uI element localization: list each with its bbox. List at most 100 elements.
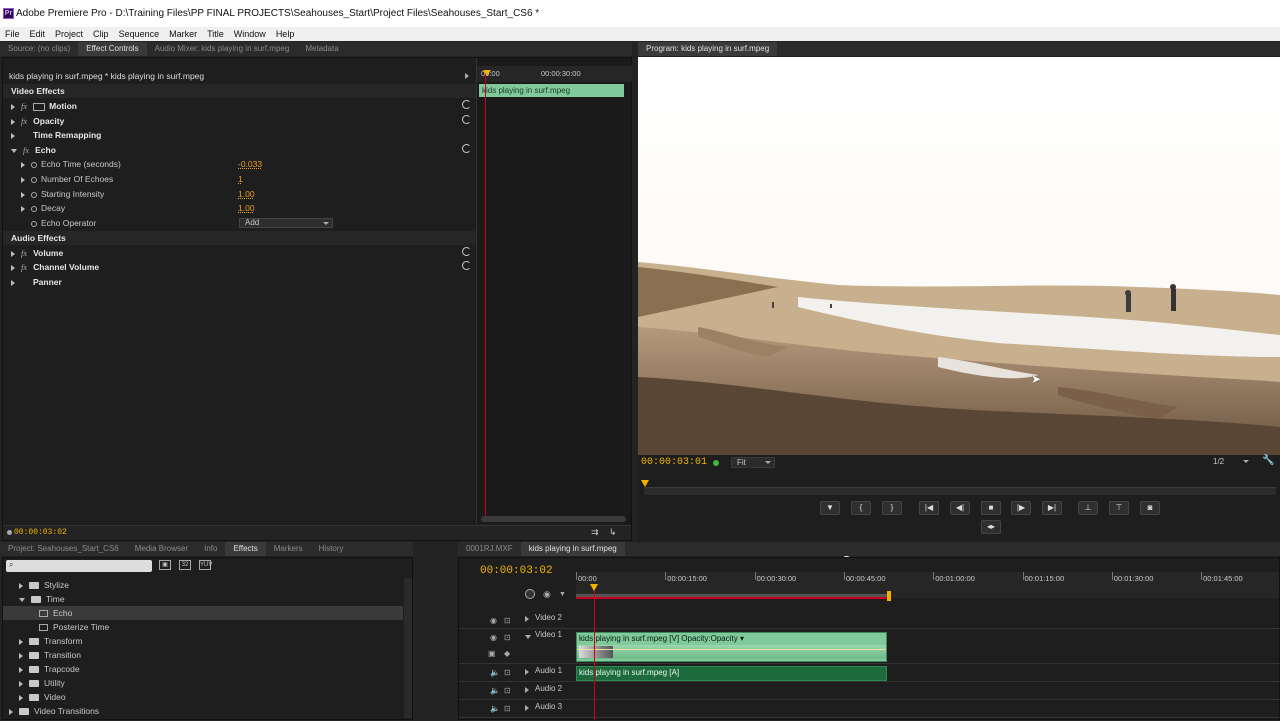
playhead-marker-icon[interactable] [483,70,491,76]
stopwatch-icon[interactable] [31,191,37,198]
collapse-arrow-icon[interactable] [11,148,17,153]
collapse-arrow-icon[interactable] [525,635,531,639]
tab-program[interactable]: Program: kids playing in surf.mpeg [638,42,778,56]
menu-help[interactable]: Help [271,27,300,41]
effect-echo[interactable]: fx Echo [11,143,56,157]
go-to-in-button[interactable]: |◀ [919,501,939,515]
reset-icon[interactable] [462,115,471,124]
linked-selection-icon[interactable]: ◉ [543,589,551,600]
stopwatch-icon[interactable] [31,176,37,183]
decay-value[interactable]: 1.00 [238,201,255,215]
stopwatch-icon[interactable] [31,161,37,168]
track-video-1[interactable]: ◉ ⊡ Video 1 ▣ ◆ kids playing in surf.mpe… [459,630,1280,664]
track-audio-1[interactable]: 🔈 ⊡ Audio 1 kids playing in surf.mpeg [A… [459,665,1280,682]
yuv-effects-icon[interactable]: YUV [199,560,212,570]
accelerated-effects-icon[interactable]: ▣ [159,560,171,570]
number-of-echoes-value[interactable]: 1 [238,172,243,186]
fx-icon[interactable]: fx [21,262,27,272]
tab-effects[interactable]: Effects [225,542,266,556]
lock-icon[interactable]: ⊡ [504,616,511,625]
mark-out-button[interactable]: } [882,501,902,515]
expand-arrow-icon[interactable] [19,680,23,687]
step-forward-button[interactable]: |▶ [1011,501,1031,515]
speaker-icon[interactable]: 🔈 [490,668,500,677]
tab-audio-mixer[interactable]: Audio Mixer: kids playing in surf.mpeg [147,42,298,56]
display-style-icon[interactable]: ▣ [488,649,496,658]
program-timecode[interactable]: 00:00:03:01 [641,457,707,468]
tab-history[interactable]: History [311,542,352,556]
lock-icon[interactable]: ⊡ [504,633,511,642]
expand-arrow-icon[interactable] [19,582,23,589]
reset-icon[interactable] [462,144,471,153]
lock-icon[interactable]: ⊡ [504,686,511,695]
effect-opacity[interactable]: fx Opacity [11,114,64,128]
expand-arrow-icon[interactable] [11,132,15,139]
playhead-marker-icon[interactable] [641,480,649,487]
go-to-out-button[interactable]: ▶| [1042,501,1062,515]
timeline-timecode[interactable]: 00:00:03:02 [480,565,553,577]
echo-operator-dropdown[interactable]: Add [239,218,333,228]
expand-arrow-icon[interactable] [21,191,25,198]
tab-effect-controls[interactable]: Effect Controls [78,42,147,56]
effect-motion[interactable]: fx Motion [11,99,77,113]
tab-project[interactable]: Project: Seahouses_Start_CS6 [0,542,127,556]
starting-intensity-value[interactable]: 1.00 [238,187,255,201]
effect-channel-volume[interactable]: fx Channel Volume [11,260,99,274]
speaker-icon[interactable]: 🔈 [490,704,500,713]
effects-tree-item[interactable]: Transform [3,634,403,648]
stopwatch-icon[interactable] [31,205,37,212]
video-clip[interactable]: kids playing in surf.mpeg [V] Opacity:Op… [576,632,887,662]
effects-tree-item[interactable]: Utility [3,676,403,690]
track-audio-2[interactable]: 🔈 ⊡ Audio 2 [459,683,1280,700]
effects-tree-item[interactable]: Stylize [3,578,403,592]
effects-tree-item[interactable]: Posterize Time [3,620,403,634]
expand-arrow-icon[interactable] [525,669,529,675]
program-scrub-bar[interactable] [644,487,1276,495]
show-timeline-arrow-icon[interactable] [465,73,469,79]
tab-source[interactable]: Source: (no clips) [0,42,78,56]
expand-arrow-icon[interactable] [11,118,15,125]
effects-tree-item[interactable]: Time [3,592,403,606]
expand-arrow-icon[interactable] [19,666,23,673]
add-marker-button[interactable]: ▼ [820,501,840,515]
opacity-rubber-band[interactable] [577,649,886,650]
menu-window[interactable]: Window [229,27,271,41]
echo-time-value[interactable]: -0.033 [238,157,262,171]
expand-arrow-icon[interactable] [11,250,15,257]
menu-edit[interactable]: Edit [25,27,51,41]
track-video-2[interactable]: ◉ ⊡ Video 2 [459,612,1280,629]
keyframe-icon[interactable]: ◆ [504,649,510,658]
expand-arrow-icon[interactable] [11,264,15,271]
fx-icon[interactable]: fx [21,248,27,258]
tab-sequence-0001rj[interactable]: 0001RJ.MXF [458,542,521,556]
effect-panner[interactable]: Panner [11,275,62,289]
expand-arrow-icon[interactable] [11,103,15,110]
stop-button[interactable]: ■ [981,501,1001,515]
eye-icon[interactable]: ◉ [490,616,497,625]
fx-icon[interactable]: fx [21,116,27,126]
effects-scrollbar[interactable] [404,578,412,718]
snap-icon[interactable] [525,589,535,599]
speaker-icon[interactable]: 🔈 [490,686,500,695]
stopwatch-icon[interactable] [31,220,37,227]
mark-in-button[interactable]: { [851,501,871,515]
effects-search-input[interactable]: ⌕ [6,560,152,572]
menu-file[interactable]: File [0,27,25,41]
menu-marker[interactable]: Marker [164,27,202,41]
add-marker-icon[interactable]: ▼ [559,591,566,598]
fx-icon[interactable]: fx [23,145,29,155]
reset-icon[interactable] [462,100,471,109]
export-icon[interactable]: ↳ [609,527,617,538]
tab-info[interactable]: Info [196,542,225,556]
resolution-dropdown[interactable]: 1/2 [1208,457,1252,468]
fx-icon[interactable]: fx [21,101,27,111]
timeline-playhead[interactable] [594,584,595,720]
lock-icon[interactable]: ⊡ [504,668,511,677]
audio-clip[interactable]: kids playing in surf.mpeg [A] [576,666,887,681]
mini-timeline-ruler[interactable]: 00:00 00:00:30:00 [477,66,632,82]
eye-icon[interactable]: ◉ [490,633,497,642]
reset-icon[interactable] [462,261,471,270]
reset-icon[interactable] [462,247,471,256]
expand-arrow-icon[interactable] [19,694,23,701]
expand-arrow-icon[interactable] [21,176,25,183]
